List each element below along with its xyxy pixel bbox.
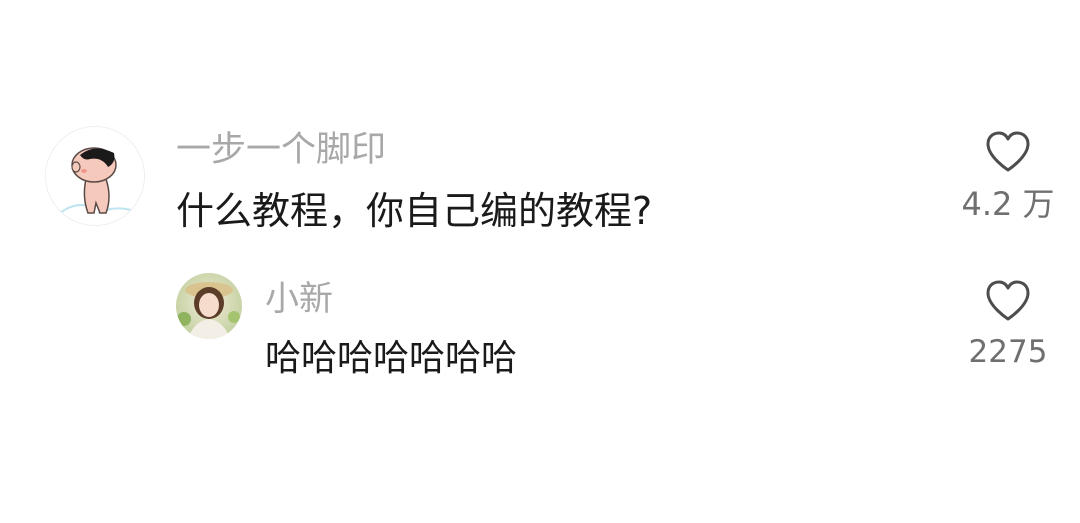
girl-photo-avatar-icon [176,273,242,339]
comment-username[interactable]: 小新 [265,282,333,316]
like-count: 2275 [968,334,1048,370]
user-avatar[interactable] [176,273,242,339]
heart-outline-icon[interactable] [984,130,1032,174]
comment-text: 什么教程，你自己编的教程? [176,189,653,233]
user-avatar[interactable] [45,126,145,226]
cartoon-boy-avatar-icon [46,127,144,225]
like-button[interactable]: 2275 [948,279,1068,368]
like-count: 4.2 万 [961,185,1055,223]
heart-outline-icon[interactable] [984,279,1032,323]
comment-username[interactable]: 一步一个脚印 [176,133,386,168]
like-button[interactable]: 4.2 万 [948,130,1068,220]
comment-text: 哈哈哈哈哈哈哈 [265,338,518,379]
